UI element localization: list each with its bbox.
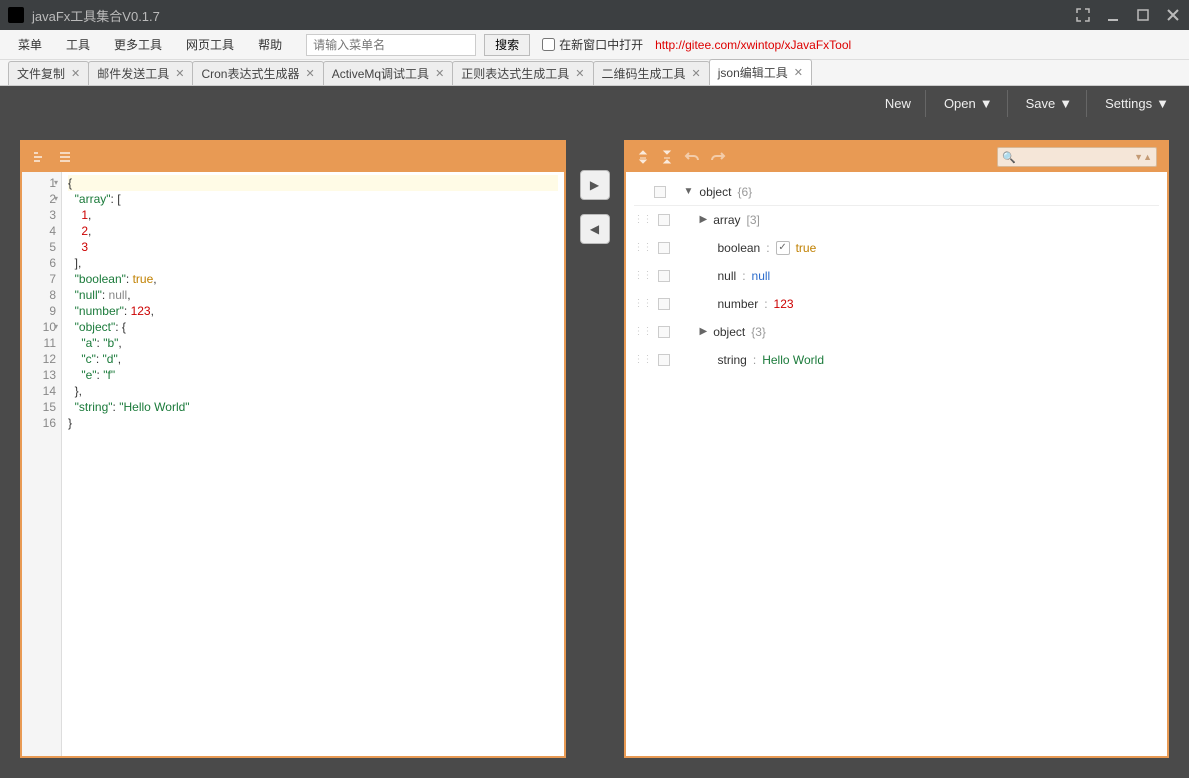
tab-ActiveMq调试工具[interactable]: ActiveMq调试工具✕ (323, 61, 454, 85)
boolean-checkbox[interactable]: ✓ (776, 241, 790, 255)
titlebar: javaFx工具集合V0.1.7 (0, 0, 1189, 30)
code-panel-header (22, 142, 564, 172)
code-panel: 12345678910111213141516 { "array": [ 1, … (20, 140, 566, 758)
drag-handle-icon[interactable]: ⋮⋮ (634, 290, 652, 318)
collapse-all-icon[interactable] (660, 149, 674, 165)
tree-row[interactable]: ⋮⋮boolean:✓true (634, 234, 1160, 262)
minimize-icon[interactable] (1105, 7, 1121, 23)
maximize-icon[interactable] (1135, 7, 1151, 23)
expand-all-icon[interactable] (636, 149, 650, 165)
tree-panel: 🔍 ▼▲ ▼object{6}⋮⋮▶array[3]⋮⋮boolean:✓tru… (624, 140, 1170, 758)
tree-row[interactable]: ⋮⋮▶array[3] (634, 206, 1160, 234)
tab-close-icon[interactable]: ✕ (794, 66, 803, 79)
search-button[interactable]: 搜索 (484, 34, 530, 56)
expand-icon[interactable]: ▶ (700, 206, 708, 234)
app-icon (8, 7, 24, 23)
json-tree[interactable]: ▼object{6}⋮⋮▶array[3]⋮⋮boolean:✓true⋮⋮nu… (626, 172, 1168, 756)
tree-row[interactable]: ⋮⋮null:null (634, 262, 1160, 290)
save-button[interactable]: Save ▼ (1016, 90, 1088, 117)
tab-Cron表达式生成器[interactable]: Cron表达式生成器✕ (192, 61, 323, 85)
tab-close-icon[interactable]: ✕ (692, 67, 701, 80)
tab-close-icon[interactable]: ✕ (435, 67, 444, 80)
tab-close-icon[interactable]: ✕ (305, 67, 314, 80)
node-menu-icon[interactable] (658, 326, 670, 338)
sync-buttons: ▶ ◀ (580, 140, 610, 758)
menu-tools[interactable]: 工具 (56, 32, 100, 57)
node-menu-icon[interactable] (658, 270, 670, 282)
tree-row[interactable]: ⋮⋮number:123 (634, 290, 1160, 318)
menu-help[interactable]: 帮助 (248, 32, 292, 57)
node-menu-icon[interactable] (658, 354, 670, 366)
tab-close-icon[interactable]: ✕ (71, 67, 80, 80)
new-button[interactable]: New (875, 90, 926, 117)
json-toolbar: New Open ▼ Save ▼ Settings ▼ (0, 86, 1189, 120)
drag-handle-icon[interactable]: ⋮⋮ (634, 262, 652, 290)
drag-handle-icon[interactable]: ⋮⋮ (634, 318, 652, 346)
to-code-button[interactable]: ◀ (580, 214, 610, 244)
redo-icon[interactable] (710, 150, 726, 164)
search-icon: 🔍 (1002, 151, 1016, 164)
settings-button[interactable]: Settings ▼ (1095, 90, 1179, 117)
node-menu-icon[interactable] (658, 298, 670, 310)
tab-邮件发送工具[interactable]: 邮件发送工具✕ (88, 61, 193, 85)
tree-search-input[interactable]: 🔍 ▼▲ (997, 147, 1157, 167)
open-button[interactable]: Open ▼ (934, 90, 1008, 117)
tab-close-icon[interactable]: ✕ (175, 67, 184, 80)
tab-正则表达式生成工具[interactable]: 正则表达式生成工具✕ (452, 61, 593, 85)
format-icon[interactable] (32, 150, 48, 164)
drag-handle-icon[interactable]: ⋮⋮ (634, 234, 652, 262)
collapse-icon[interactable]: ▼ (684, 178, 694, 206)
fullscreen-icon[interactable] (1075, 7, 1091, 23)
dropdown-icon[interactable]: ▼▲ (1134, 152, 1152, 162)
compact-icon[interactable] (58, 150, 74, 164)
open-new-window-checkbox[interactable]: 在新窗口中打开 (542, 36, 643, 53)
undo-icon[interactable] (684, 150, 700, 164)
editor-area: 12345678910111213141516 { "array": [ 1, … (0, 120, 1189, 778)
expand-icon[interactable]: ▶ (700, 318, 708, 346)
menu-more-tools[interactable]: 更多工具 (104, 32, 172, 57)
tab-close-icon[interactable]: ✕ (575, 67, 584, 80)
tab-二维码生成工具[interactable]: 二维码生成工具✕ (593, 61, 710, 85)
node-menu-icon[interactable] (658, 214, 670, 226)
node-menu-icon[interactable] (658, 242, 670, 254)
tab-json编辑工具[interactable]: json编辑工具✕ (709, 59, 812, 85)
close-icon[interactable] (1165, 7, 1181, 23)
drag-handle-icon[interactable]: ⋮⋮ (634, 346, 652, 374)
window-title: javaFx工具集合V0.1.7 (32, 6, 1075, 25)
tree-panel-header: 🔍 ▼▲ (626, 142, 1168, 172)
line-gutter: 12345678910111213141516 (22, 172, 62, 756)
code-editor[interactable]: { "array": [ 1, 2, 3 ], "boolean": true,… (62, 172, 564, 756)
menu-search-input[interactable] (306, 34, 476, 56)
menu-main[interactable]: 菜单 (8, 32, 52, 57)
tree-row[interactable]: ⋮⋮string:Hello World (634, 346, 1160, 374)
tabbar: 文件复制✕邮件发送工具✕Cron表达式生成器✕ActiveMq调试工具✕正则表达… (0, 60, 1189, 86)
project-url-link[interactable]: http://gitee.com/xwintop/xJavaFxTool (655, 38, 851, 52)
menubar: 菜单 工具 更多工具 网页工具 帮助 搜索 在新窗口中打开 http://git… (0, 30, 1189, 60)
to-tree-button[interactable]: ▶ (580, 170, 610, 200)
drag-handle-icon[interactable]: ⋮⋮ (634, 206, 652, 234)
node-menu-icon[interactable] (654, 186, 666, 198)
tree-row[interactable]: ⋮⋮▶object{3} (634, 318, 1160, 346)
menu-web-tools[interactable]: 网页工具 (176, 32, 244, 57)
tab-文件复制[interactable]: 文件复制✕ (8, 61, 89, 85)
